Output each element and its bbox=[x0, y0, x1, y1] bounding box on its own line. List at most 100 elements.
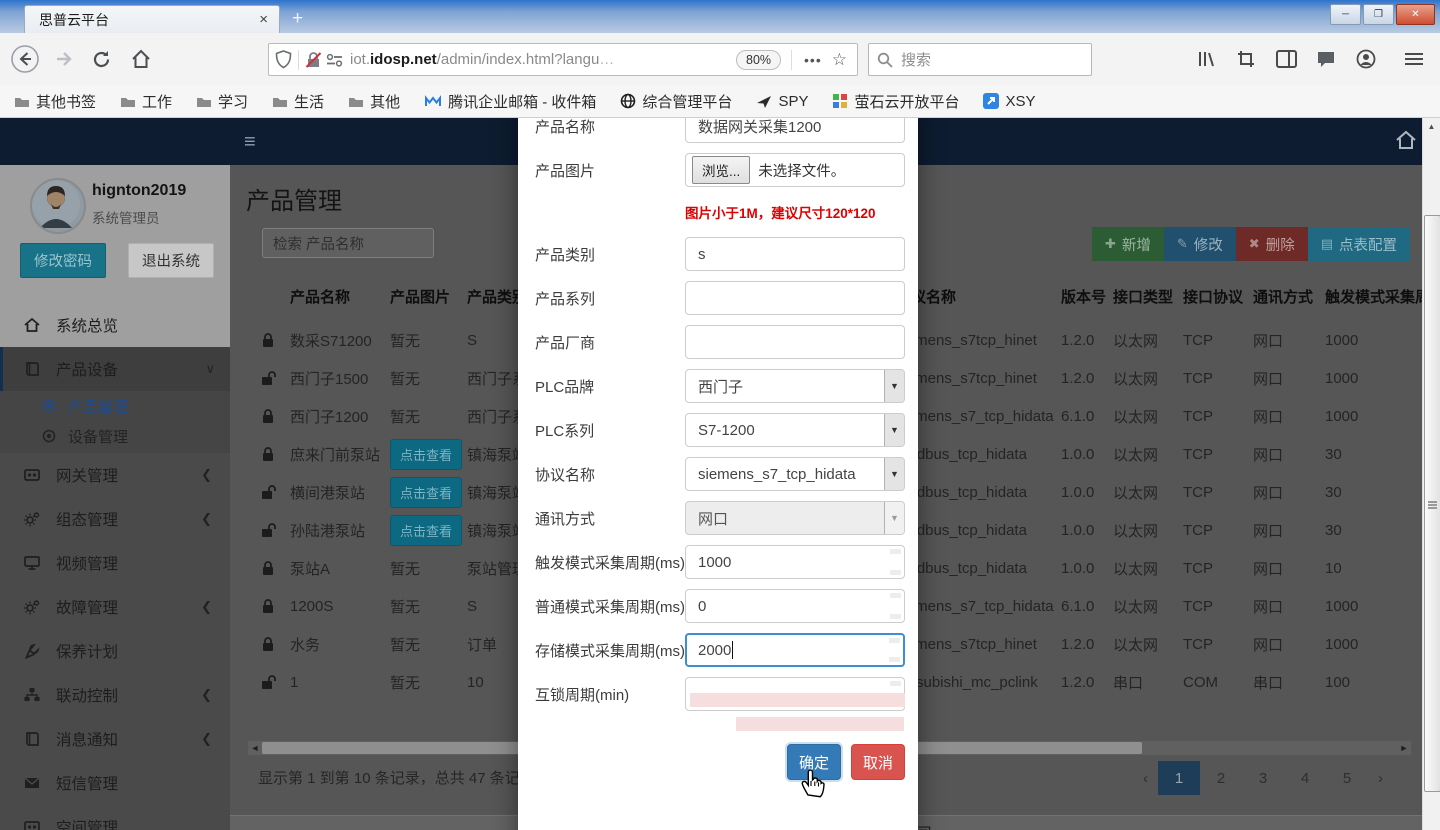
tab-close-icon[interactable]: × bbox=[256, 11, 271, 28]
chevron-down-icon[interactable]: ▼ bbox=[884, 370, 904, 402]
field-input-产品厂商[interactable] bbox=[685, 325, 905, 359]
sidebar-subitem-设备管理[interactable]: 设备管理 bbox=[0, 421, 230, 451]
next-page-button[interactable]: › bbox=[1368, 770, 1393, 787]
sidebar-item-系统总览[interactable]: 系统总览 bbox=[0, 303, 230, 347]
field-select-PLC品牌[interactable]: 西门子▼ bbox=[685, 369, 905, 403]
bookmark-item[interactable]: 其他书签 bbox=[14, 91, 96, 112]
view-image-button[interactable]: 点击查看 bbox=[390, 515, 462, 546]
field-select-PLC系列[interactable]: S7-1200▼ bbox=[685, 413, 905, 447]
column-header[interactable]: 通讯方式 bbox=[1253, 277, 1325, 315]
screenshot-crop-icon[interactable] bbox=[1232, 45, 1260, 73]
library-icon[interactable] bbox=[1192, 45, 1220, 73]
chevron-down-icon[interactable]: ▼ bbox=[884, 414, 904, 446]
bookmark-item[interactable]: 生活 bbox=[272, 91, 324, 112]
field-select-通讯方式[interactable]: 网口 ▼ bbox=[685, 501, 905, 535]
insecure-lock-icon[interactable] bbox=[305, 51, 323, 69]
field-select-协议名称[interactable]: siemens_s7_tcp_hidata▼ bbox=[685, 457, 905, 491]
browse-button[interactable]: 浏览... bbox=[692, 156, 750, 184]
window-close-button[interactable]: ✕ bbox=[1396, 4, 1435, 25]
account-icon[interactable] bbox=[1352, 45, 1380, 73]
bookmark-item[interactable]: 工作 bbox=[120, 91, 172, 112]
chevron-down-icon[interactable]: ▼ bbox=[884, 458, 904, 490]
reload-button[interactable] bbox=[84, 42, 118, 76]
column-header[interactable]: 产品名称 bbox=[290, 277, 390, 315]
back-button[interactable] bbox=[8, 42, 42, 76]
view-image-button[interactable]: 点击查看 bbox=[390, 439, 462, 470]
delete-button[interactable]: ✖删除 bbox=[1236, 227, 1308, 261]
sidebar-item-故障管理[interactable]: 故障管理 ❮ bbox=[0, 585, 230, 629]
field-input-产品名称[interactable]: 数据网关采集1200 bbox=[685, 118, 905, 143]
comment-bubble-icon[interactable] bbox=[1312, 45, 1340, 73]
browser-search-input[interactable]: 搜索 bbox=[868, 43, 1092, 76]
page-number-3[interactable]: 3 bbox=[1242, 761, 1284, 795]
scrollbar-up-icon[interactable]: ▲ bbox=[1423, 118, 1440, 135]
change-password-button[interactable]: 修改密码 bbox=[20, 243, 106, 278]
sidebar-item-组态管理[interactable]: 组态管理 ❮ bbox=[0, 497, 230, 541]
bookmark-item[interactable]: 其他 bbox=[348, 91, 400, 112]
field-input-产品系列[interactable] bbox=[685, 281, 905, 315]
browser-page-scrollbar[interactable]: ▲ bbox=[1422, 118, 1440, 830]
cancel-button[interactable]: 取消 bbox=[851, 744, 905, 780]
sidebar-item-短信管理[interactable]: 短信管理 bbox=[0, 761, 230, 805]
sidebar-item-保养计划[interactable]: 保养计划 bbox=[0, 629, 230, 673]
edit-button[interactable]: ✎修改 bbox=[1164, 227, 1236, 261]
column-header[interactable]: 接口类型 bbox=[1113, 277, 1183, 315]
field-file-产品图片[interactable]: 浏览...未选择文件。 bbox=[685, 153, 905, 187]
window-minimize-button[interactable]: ─ bbox=[1330, 4, 1361, 25]
field-input-触发模式采集周期(ms)[interactable]: 1000 bbox=[685, 545, 905, 579]
field-input-普通模式采集周期(ms)[interactable]: 0 bbox=[685, 589, 905, 623]
chevron-down-icon[interactable]: ▼ bbox=[884, 502, 904, 534]
zoom-level-badge[interactable]: 80% bbox=[736, 50, 781, 70]
select-value: 网口 bbox=[698, 508, 728, 529]
sidebar-item-消息通知[interactable]: 消息通知 ❮ bbox=[0, 717, 230, 761]
prev-page-button[interactable]: ‹ bbox=[1133, 770, 1158, 787]
page-actions-icon[interactable]: ••• bbox=[804, 52, 822, 68]
bookmark-item[interactable]: 学习 bbox=[196, 91, 248, 112]
bookmark-star-icon[interactable]: ☆ bbox=[832, 50, 847, 70]
column-header[interactable]: 版本号 bbox=[1061, 277, 1113, 315]
sidebar-item-视频管理[interactable]: 视频管理 bbox=[0, 541, 230, 585]
column-header[interactable]: 触发模式采集周期(ms) bbox=[1325, 277, 1423, 315]
bookmark-item[interactable]: 腾讯企业邮箱 - 收件箱 bbox=[424, 91, 596, 112]
home-button[interactable] bbox=[124, 42, 158, 76]
header-home-icon[interactable] bbox=[1395, 130, 1417, 150]
sidebar-item-网关管理[interactable]: 网关管理 ❮ bbox=[0, 453, 230, 497]
bookmark-item[interactable]: 萤石云开放平台 bbox=[832, 91, 959, 112]
page-scrollbar-thumb[interactable] bbox=[1424, 215, 1440, 792]
browser-tab[interactable]: 思普云平台 × bbox=[24, 5, 280, 33]
window-restore-button[interactable]: ❐ bbox=[1363, 4, 1394, 25]
page-number-5[interactable]: 5 bbox=[1326, 761, 1368, 795]
sidebar-item-产品设备[interactable]: 产品设备 ∨ bbox=[0, 347, 233, 391]
field-input-存储模式采集周期(ms)[interactable]: 2000 bbox=[685, 633, 905, 667]
scroll-left-icon[interactable]: ◄ bbox=[248, 743, 262, 753]
forward-button[interactable] bbox=[46, 42, 80, 76]
field-label: 普通模式采集周期(ms) bbox=[535, 596, 685, 617]
field-input-产品类别[interactable]: s bbox=[685, 237, 905, 271]
pointtable-button[interactable]: ▤点表配置 bbox=[1308, 227, 1410, 261]
shield-icon[interactable] bbox=[275, 50, 292, 69]
url-text[interactable]: iot.idosp.net/admin/index.html?langu… bbox=[350, 51, 732, 68]
add-button[interactable]: ✚新增 bbox=[1092, 227, 1164, 261]
sidebar-item-空间管理[interactable]: 空间管理 bbox=[0, 805, 230, 830]
product-search-input[interactable]: 检索 产品名称 bbox=[262, 228, 434, 258]
page-number-1[interactable]: 1 bbox=[1158, 761, 1200, 795]
sidebar-subitem-产品管理[interactable]: 产品管理 bbox=[0, 391, 230, 421]
logout-button[interactable]: 退出系统 bbox=[128, 243, 214, 278]
scroll-right-icon[interactable]: ► bbox=[1397, 743, 1411, 753]
sidebar-collapse-icon[interactable]: ≡ bbox=[244, 131, 256, 154]
page-number-2[interactable]: 2 bbox=[1200, 761, 1242, 795]
permissions-icon[interactable] bbox=[326, 53, 343, 67]
sidebar-item-label: 短信管理 bbox=[56, 772, 118, 794]
bookmark-item[interactable]: SPY bbox=[756, 93, 808, 110]
new-tab-button[interactable]: + bbox=[292, 8, 303, 30]
page-number-4[interactable]: 4 bbox=[1284, 761, 1326, 795]
column-header[interactable]: 接口协议 bbox=[1183, 277, 1253, 315]
sidebar-toggle-icon[interactable] bbox=[1272, 45, 1300, 73]
menu-hamburger-icon[interactable] bbox=[1400, 45, 1428, 73]
sidebar-item-联动控制[interactable]: 联动控制 ❮ bbox=[0, 673, 230, 717]
bookmark-item[interactable]: 综合管理平台 bbox=[620, 91, 732, 112]
column-header[interactable]: 协议名称 bbox=[896, 277, 1061, 315]
view-image-button[interactable]: 点击查看 bbox=[390, 477, 462, 508]
bookmark-item[interactable]: XSY bbox=[983, 93, 1035, 110]
url-bar[interactable]: iot.idosp.net/admin/index.html?langu… 80… bbox=[268, 43, 858, 76]
